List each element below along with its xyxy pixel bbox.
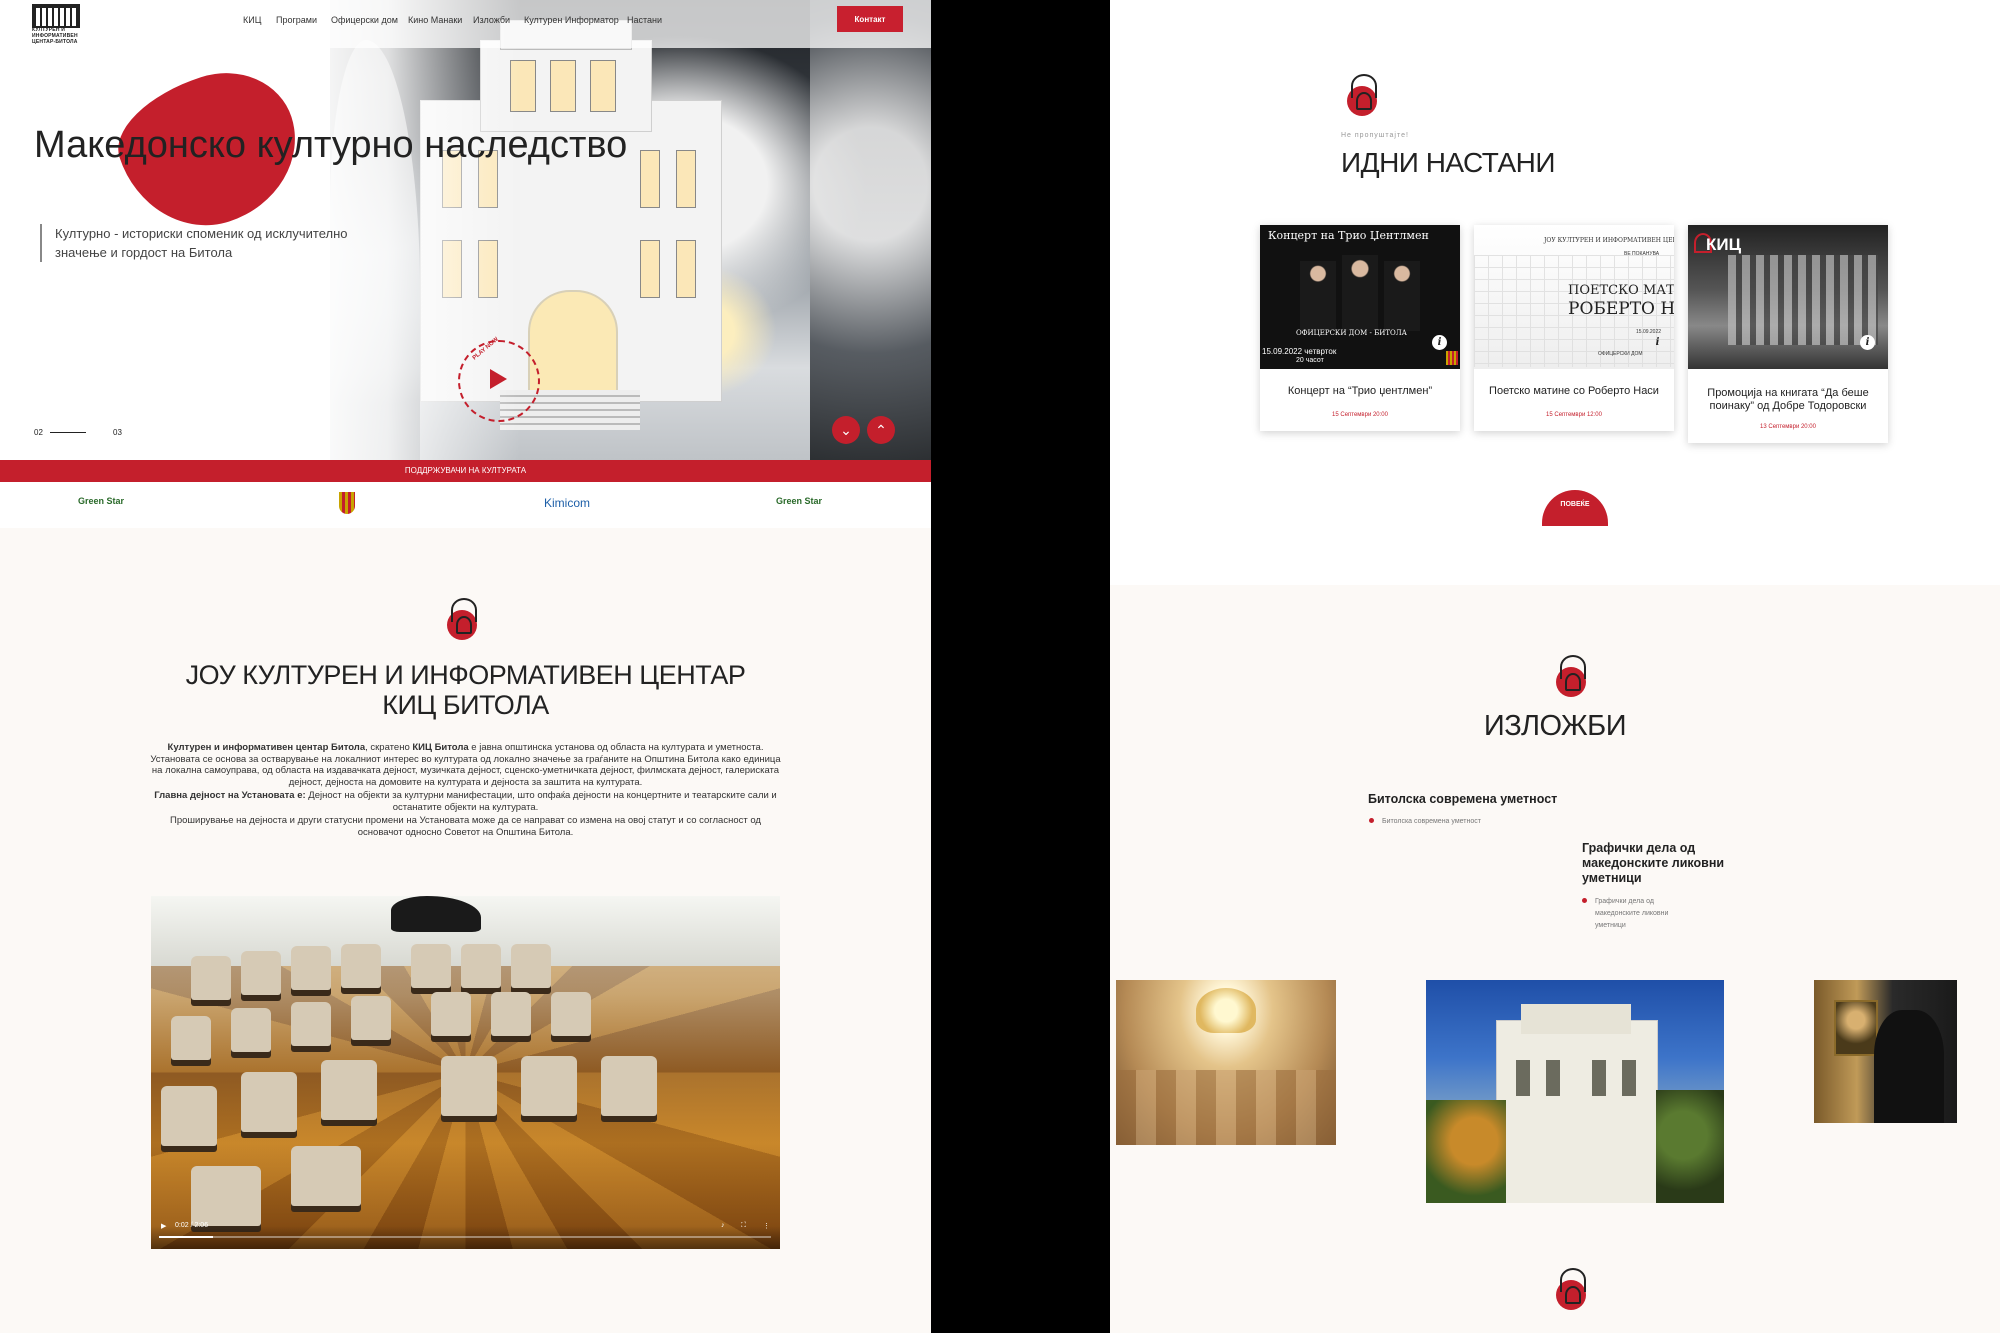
info-icon[interactable]: i	[1650, 335, 1665, 350]
event-card-image: ЈОУ КУЛТУРЕН И ИНФОРМАТИВЕН ЦЕНТАР ВЕ ПО…	[1474, 225, 1674, 369]
kic-emblem-icon	[1556, 655, 1590, 701]
play-icon[interactable]	[490, 369, 507, 389]
exhibitions-section	[1110, 585, 2000, 1333]
building-logo-icon	[32, 4, 80, 28]
event-card-date: 13 Септември 20:00	[1760, 424, 1816, 430]
slide-progress-line	[50, 432, 86, 433]
event-card[interactable]: ЈОУ КУЛТУРЕН И ИНФОРМАТИВЕН ЦЕНТАР ВЕ ПО…	[1474, 225, 1674, 431]
events-title: ИДНИ НАСТАНИ	[1341, 147, 1555, 178]
home-page-right: Не пропуштајте! ИДНИ НАСТАНИ Концерт на …	[1110, 0, 2000, 1333]
events-subtitle: Не пропуштајте!	[1341, 132, 1409, 139]
event-card-image: КИЦ i	[1688, 225, 1888, 369]
event-card[interactable]: КИЦ i Промоција на книгата “Да беше поин…	[1688, 225, 1888, 443]
description-paragraph-2: Главна дејност на Установата е: Дејност …	[154, 790, 777, 813]
sponsor-green-star-2[interactable]: Green Star	[776, 496, 822, 506]
video-progress-track[interactable]	[159, 1236, 771, 1238]
sponsor-green-star-1[interactable]: Green Star	[78, 496, 124, 506]
video-play-icon[interactable]: ▶	[161, 1222, 166, 1230]
promo-video-player[interactable]: ▶ 0:02 / 2:06 ♪ ⛶ ⋮	[151, 896, 780, 1249]
event-card-image: Концерт на Трио Џентлмен ОФИЦЕРСКИ ДОМ -…	[1260, 225, 1460, 369]
nav-item-officers-home[interactable]: Офицерски дом	[331, 15, 398, 25]
event-card-title: Поетско матине со Роберто Наси	[1489, 385, 1659, 397]
more-options-icon[interactable]: ⋮	[763, 1222, 770, 1230]
nav-item-programs[interactable]: Програми	[276, 15, 317, 25]
slide-next: 03	[113, 428, 122, 437]
info-icon[interactable]: i	[1432, 335, 1447, 350]
organization-title-line-1: ЈОУ КУЛТУРЕН И ИНФОРМАТИВЕН ЦЕНТАР	[185, 660, 746, 690]
site-logo[interactable]: КУЛТУРЕН И ИНФОРМАТИВЕН ЦЕНТАР-БИТОЛА	[30, 4, 82, 46]
bullet-dot	[1582, 898, 1587, 903]
description-paragraph-1: Културен и информативен центар Битола, с…	[150, 742, 781, 788]
exhibitions-title: ИЗЛОЖБИ	[1483, 710, 1627, 742]
sponsor-kimicom[interactable]: Kimicom	[544, 496, 590, 510]
kic-emblem-icon	[1347, 74, 1381, 120]
chevron-down-icon: ⌄	[840, 422, 852, 438]
nav-item-kic[interactable]: КИЦ	[243, 15, 261, 25]
municipality-crest-icon[interactable]	[339, 492, 355, 514]
hero-section: КУЛТУРЕН И ИНФОРМАТИВЕН ЦЕНТАР-БИТОЛА КИ…	[0, 0, 931, 460]
info-icon[interactable]: i	[1860, 335, 1875, 350]
contact-button[interactable]: Контакт	[837, 6, 903, 32]
event-card-date: 15 Септември 12:00	[1546, 412, 1602, 418]
event-card[interactable]: Концерт на Трио Џентлмен ОФИЦЕРСКИ ДОМ -…	[1260, 225, 1460, 431]
home-page-left: КУЛТУРЕН И ИНФОРМАТИВЕН ЦЕНТАР-БИТОЛА КИ…	[0, 0, 931, 1333]
chevron-up-icon: ⌃	[875, 422, 887, 438]
fullscreen-icon[interactable]: ⛶	[741, 1222, 746, 1230]
sponsors-bar: ПОДДРЖУВАЧИ НА КУЛТУРАТА	[0, 460, 931, 482]
kic-emblem-icon	[447, 598, 481, 644]
hero-subtitle-bar	[40, 224, 42, 262]
logo-line-3: ЦЕНТАР-БИТОЛА	[32, 39, 78, 45]
description-paragraph-3: Проширување на дејноста и други статусни…	[170, 815, 761, 838]
event-card-date: 15 Септември 20:00	[1332, 412, 1388, 418]
organization-title: ЈОУ КУЛТУРЕН И ИНФОРМАТИВЕН ЦЕНТАР КИЦ Б…	[100, 660, 831, 720]
exhibition-subtitle: Графички дела од македонските ликовни ум…	[1595, 898, 1669, 929]
slide-down-button[interactable]: ⌄	[832, 416, 860, 444]
exhibition-title[interactable]: Битолска современа уметност	[1368, 792, 1608, 807]
event-card-title: Концерт на “Трио џентлмен”	[1287, 385, 1433, 397]
nav-item-exhibitions[interactable]: Изложби	[473, 15, 510, 25]
volume-icon[interactable]: ♪	[721, 1222, 725, 1229]
kic-emblem-icon	[1556, 1268, 1590, 1314]
slide-up-button[interactable]: ⌃	[867, 416, 895, 444]
nav-item-cinema-manaki[interactable]: Кино Манаки	[408, 15, 462, 25]
top-navigation: КУЛТУРЕН И ИНФОРМАТИВЕН ЦЕНТАР-БИТОЛА КИ…	[0, 0, 931, 48]
exhibition-title[interactable]: Графички дела од македонските ликовни ум…	[1582, 841, 1732, 886]
exhibition-subtitle: Битолска современа уметност	[1382, 818, 1481, 825]
nav-item-events[interactable]: Настани	[627, 15, 662, 25]
video-time: 0:02 / 2:06	[175, 1222, 209, 1229]
slide-current: 02	[34, 428, 43, 437]
video-progress-fill	[159, 1236, 213, 1238]
organization-description: Културен и информативен центар Битола, с…	[150, 742, 781, 840]
nav-item-cultural-informer[interactable]: Културен Информатор	[524, 15, 619, 25]
exhibition-photo-gallery[interactable]	[1814, 980, 1957, 1123]
hero-title: Македонско културно наследство	[34, 124, 628, 166]
organization-title-line-2: КИЦ БИТОЛА	[382, 690, 549, 720]
hero-subtitle: Културно - историски споменик од исклучи…	[55, 226, 348, 260]
bullet-dot	[1369, 818, 1374, 823]
municipality-crest-icon	[1446, 351, 1458, 365]
event-card-title: Промоција на книгата “Да беше поинаку” о…	[1707, 387, 1869, 412]
exhibition-photo-building[interactable]	[1426, 980, 1724, 1203]
exhibition-photo-chandelier[interactable]	[1116, 980, 1336, 1145]
